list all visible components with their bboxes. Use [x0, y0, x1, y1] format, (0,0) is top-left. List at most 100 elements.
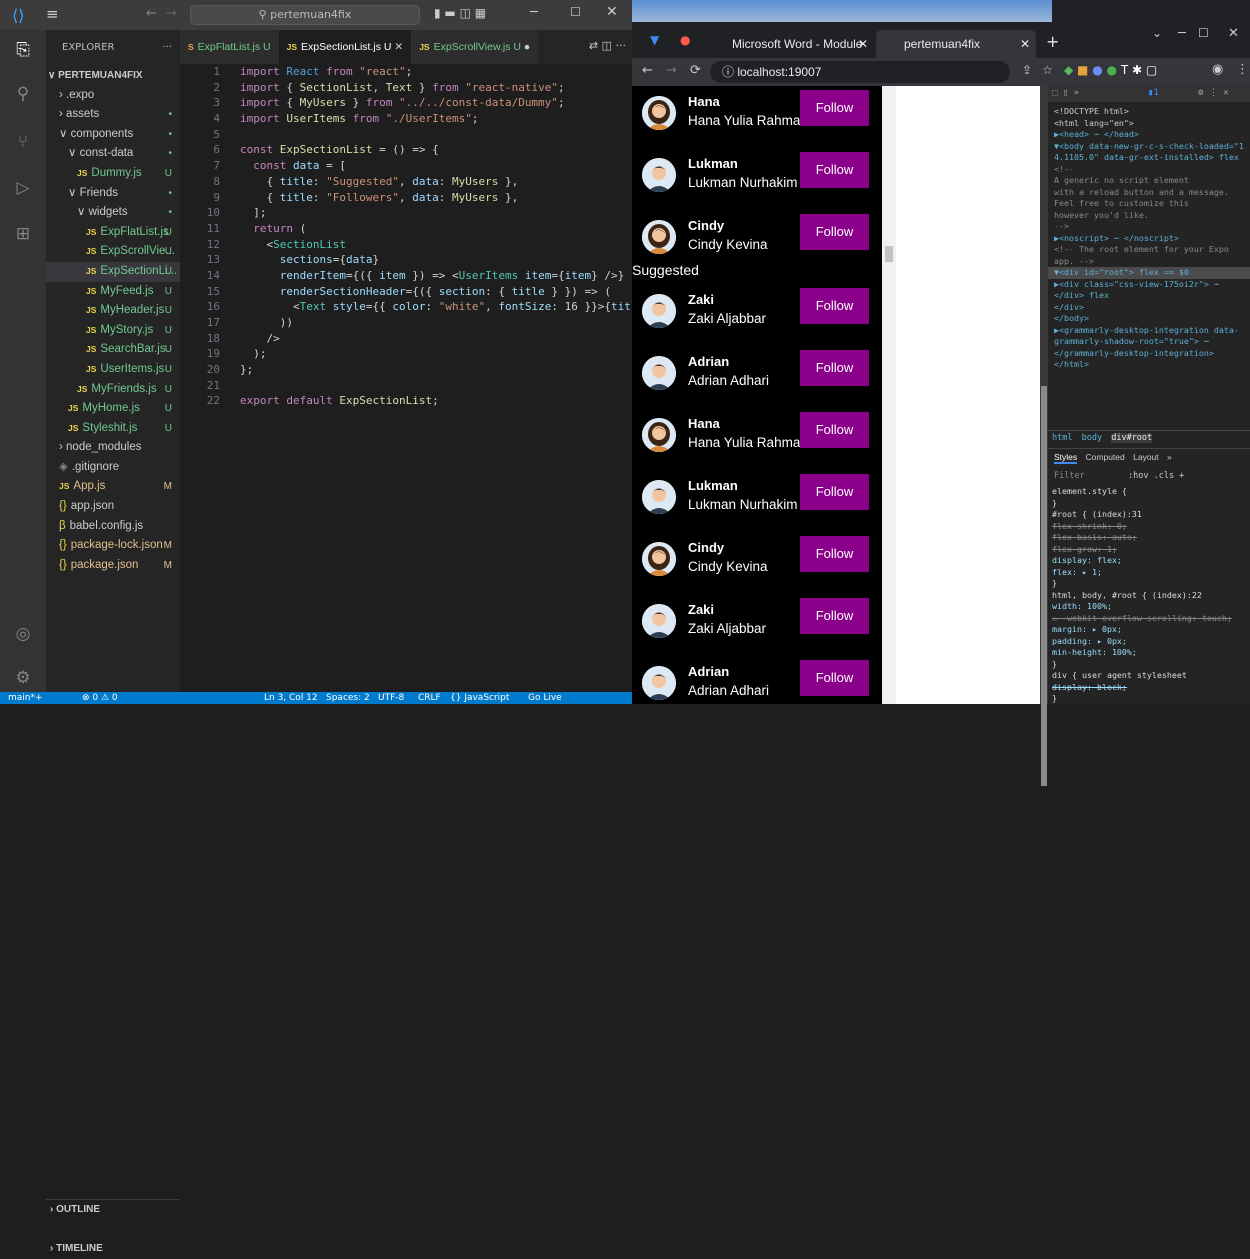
tree-item[interactable]: JS ExpScrollVie... U	[46, 242, 180, 262]
editor-tab[interactable]: JS ExpSectionList.js U ✕	[278, 30, 412, 64]
tree-item[interactable]: ∨ widgets •	[46, 203, 180, 223]
issues-badge[interactable]: ▮1	[1148, 88, 1159, 98]
crumb-body[interactable]: body	[1082, 433, 1102, 443]
dom-node-line[interactable]: with a reload button and a message.	[1048, 187, 1250, 199]
files-icon[interactable]: ⎘	[11, 38, 35, 62]
chrome-tab-word[interactable]: Microsoft Word - Module ✕	[704, 30, 874, 58]
editor-tab[interactable]: JS ExpScrollView.js U ●	[411, 30, 539, 64]
project-root-folder[interactable]: ∨ PERTEMUAN4FIX	[46, 66, 180, 86]
tree-item[interactable]: ∨ components •	[46, 125, 180, 145]
encoding-setting[interactable]: UTF-8	[378, 692, 404, 704]
crumb-root[interactable]: div#root	[1111, 433, 1153, 443]
tab-layout[interactable]: Layout	[1133, 452, 1159, 462]
chrome-menu-icon[interactable]: ⋮	[1236, 62, 1249, 77]
tab-close-icon[interactable]: ✕	[391, 41, 403, 53]
menu-icon[interactable]: ≡	[46, 5, 59, 23]
run-debug-icon[interactable]: ▷	[11, 176, 35, 200]
tree-item[interactable]: › .expo	[46, 86, 180, 106]
tree-item[interactable]: {} package.json M	[46, 556, 180, 576]
tree-item[interactable]: {} package-lock.json M	[46, 536, 180, 556]
layout-toggle-icons[interactable]: ▮ ▬ ◫ ▦	[434, 6, 486, 20]
dom-node-line[interactable]: ▶<noscript> ⋯ </noscript>	[1048, 233, 1250, 245]
dom-node-line[interactable]: app. -->	[1048, 256, 1250, 268]
tree-item[interactable]: › assets •	[46, 105, 180, 125]
new-tab-icon[interactable]: +	[1046, 32, 1059, 51]
tab-computed[interactable]: Computed	[1086, 452, 1125, 462]
follow-button[interactable]: Follow	[800, 598, 869, 634]
command-center-search[interactable]: ⚲ pertemuan4fix	[190, 5, 420, 25]
follow-button[interactable]: Follow	[800, 660, 869, 696]
dom-node-line[interactable]: ▼<body data-new-gr-c-s-check-loaded="1	[1048, 141, 1250, 153]
dom-node-line[interactable]: 4.1105.0" data-gr-ext-installed> flex	[1048, 152, 1250, 164]
styles-filter-tools[interactable]: :hov .cls +	[1128, 468, 1184, 484]
problems-indicator[interactable]: ⊗ 0 ⚠ 0	[82, 692, 118, 704]
tab-dirty-icon[interactable]: ●	[521, 41, 530, 53]
tree-item[interactable]: JS Dummy.js U	[46, 164, 180, 184]
crumb-html[interactable]: html	[1052, 433, 1072, 443]
tab-styles[interactable]: Styles	[1054, 452, 1078, 464]
code-area[interactable]: 1 import React from "react"; 2 import { Sec…	[180, 64, 658, 409]
profile-icon[interactable]: ◉	[1212, 62, 1223, 77]
tree-item[interactable]: JS MyHeader.js U	[46, 301, 180, 321]
follow-button[interactable]: Follow	[800, 90, 869, 126]
account-icon[interactable]: ◎	[11, 622, 35, 646]
tree-item[interactable]: JS MyStory.js U	[46, 321, 180, 341]
go-live-button[interactable]: Go Live	[528, 692, 562, 704]
dom-node-line[interactable]: ▶<head> ⋯ </head>	[1048, 129, 1250, 141]
dom-node-line[interactable]: Feel free to customize this	[1048, 198, 1250, 210]
dom-node-line[interactable]: ▶<grammarly-desktop-integration data-	[1048, 325, 1250, 337]
follow-button[interactable]: Follow	[800, 152, 869, 188]
follow-button[interactable]: Follow	[800, 536, 869, 572]
back-icon[interactable]: ←	[642, 63, 653, 78]
dom-node-line[interactable]: </div> flex	[1048, 290, 1250, 302]
follow-button[interactable]: Follow	[800, 350, 869, 386]
devtools-divider-scrollbar[interactable]	[1040, 86, 1048, 786]
chrome-tab-search-icon[interactable]: ⌄	[1152, 26, 1162, 40]
chrome-tab-pertemuan4fix[interactable]: pertemuan4fix ✕	[876, 30, 1036, 58]
dom-node-line[interactable]: however you'd like.	[1048, 210, 1250, 222]
tree-item[interactable]: ◈ .gitignore	[46, 458, 180, 478]
inspect-icon[interactable]: ⬚ ▯ »	[1052, 88, 1079, 98]
cursor-position[interactable]: Ln 3, Col 12	[264, 692, 318, 704]
dom-node-line[interactable]: grammarly-shadow-root="true"> ⋯	[1048, 336, 1250, 348]
forward-icon[interactable]: →	[666, 63, 677, 78]
tree-item[interactable]: JS UserItems.js U	[46, 360, 180, 380]
dom-node-line[interactable]: <!-- The root element for your Expo	[1048, 244, 1250, 256]
tree-item[interactable]: JS ExpSectionLi... U	[46, 261, 180, 282]
settings-gear-icon[interactable]: ⚙	[11, 666, 35, 690]
dom-node-line[interactable]: <!DOCTYPE html>	[1048, 106, 1250, 118]
share-icon[interactable]: ⇪	[1022, 63, 1032, 77]
eol-setting[interactable]: CRLF	[418, 692, 441, 704]
page-scrollbar[interactable]	[882, 86, 896, 704]
language-mode[interactable]: {} JavaScript	[450, 692, 509, 704]
tree-item[interactable]: ∨ Friends •	[46, 184, 180, 204]
follow-button[interactable]: Follow	[800, 412, 869, 448]
extension-icons[interactable]: ◆ ■ ● ● T ✱ ▢	[1064, 63, 1157, 77]
close-icon[interactable]: ✕	[606, 4, 618, 20]
follow-button[interactable]: Follow	[800, 288, 869, 324]
tree-item[interactable]: {} app.json	[46, 497, 180, 517]
chrome-maximize-icon[interactable]: ☐	[1198, 26, 1209, 40]
tree-item[interactable]: JS App.js M	[46, 477, 180, 497]
dom-node-line[interactable]: <html lang="en">	[1048, 118, 1250, 130]
forward-arrow-icon[interactable]: →	[166, 6, 177, 21]
dom-node-line[interactable]: </div>	[1048, 302, 1250, 314]
follow-button[interactable]: Follow	[800, 214, 869, 250]
address-bar[interactable]: ⓘ localhost:19007	[710, 61, 1010, 83]
tree-item[interactable]: JS MyFriends.js U	[46, 380, 180, 400]
bookmark-star-icon[interactable]: ☆	[1042, 63, 1053, 77]
devtools-settings-icon[interactable]: ⚙ ⋮ ✕	[1198, 88, 1229, 98]
dom-node-line[interactable]: ▶<div class="css-view-175oi2r"> ⋯	[1048, 279, 1250, 291]
outline-section[interactable]: › OUTLINE	[46, 1199, 180, 1219]
tree-item[interactable]: JS MyFeed.js U	[46, 282, 180, 302]
dom-node-line[interactable]: </html>	[1048, 359, 1250, 371]
dom-node-line[interactable]: </grammarly-desktop-integration>	[1048, 348, 1250, 360]
indent-setting[interactable]: Spaces: 2	[326, 692, 370, 704]
tab-group-icon[interactable]: ▼	[650, 33, 659, 47]
tree-item[interactable]: JS MyHome.js U	[46, 399, 180, 419]
tree-item[interactable]: JS Styleshit.js U	[46, 419, 180, 439]
dom-node-line[interactable]: -->	[1048, 221, 1250, 233]
tree-item[interactable]: ∨ const-data •	[46, 144, 180, 164]
minimize-icon[interactable]: ─	[530, 5, 538, 20]
extensions-icon[interactable]: ⊞	[11, 222, 35, 246]
